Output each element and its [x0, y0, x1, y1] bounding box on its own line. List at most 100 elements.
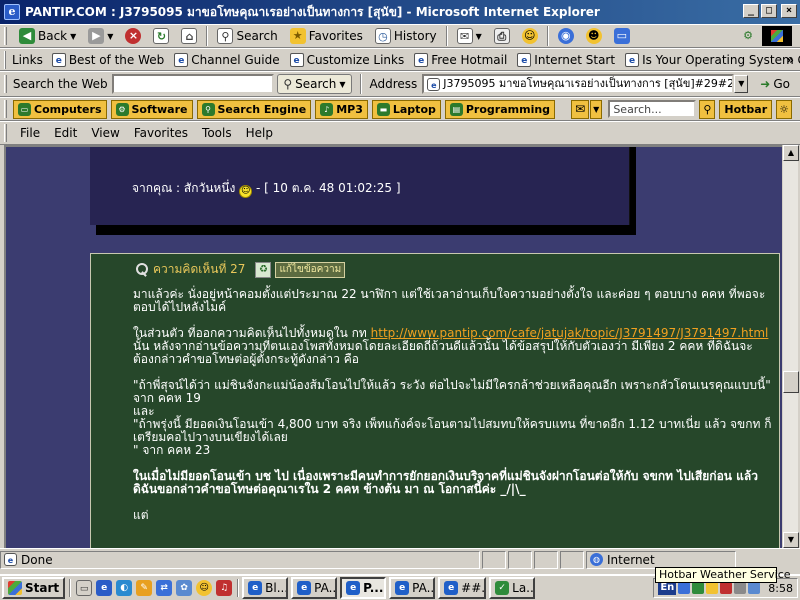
refresh-button[interactable]: ↻	[147, 25, 175, 47]
scroll-up-button[interactable]: ▲	[783, 145, 799, 161]
messenger-button[interactable]: ☺	[516, 25, 544, 47]
address-combobox[interactable]: e J3795095 มาขอโทษคุณาเรอย่างเป็นทางการ …	[422, 74, 749, 94]
task-button[interactable]: e Bl...	[242, 577, 289, 599]
link-best-of-web[interactable]: e Best of the Web	[47, 52, 169, 67]
print-button[interactable]: ⎙	[488, 25, 516, 47]
task-button[interactable]: ✓ La...	[489, 577, 536, 599]
edit-comment-button[interactable]: แก้ไขข้อความ	[275, 261, 346, 278]
tray-antivirus-icon[interactable]	[720, 582, 733, 594]
clock[interactable]: 8:58	[768, 582, 793, 595]
tray-security-icon[interactable]	[692, 582, 705, 594]
print-icon: ⎙	[493, 28, 510, 44]
pencil-icon[interactable]: ✎	[136, 580, 153, 596]
link-internet-start[interactable]: e Internet Start	[512, 52, 620, 67]
favorites-button[interactable]: ★ Favorites	[284, 25, 369, 47]
link-genuine-os[interactable]: eIs Your Operating System Genuine	[620, 52, 800, 67]
search-button[interactable]: ⚲ Search	[211, 25, 283, 47]
trash-bin-icon[interactable]: ♻	[255, 261, 272, 278]
title-bar[interactable]: e PANTIP.COM : J3795095 มาขอโทษคุณาเรอย่…	[0, 0, 800, 24]
web-search-button[interactable]: ⚲ Search ▼	[277, 74, 352, 94]
discuss-button[interactable]: ◉	[552, 25, 580, 47]
msn-button[interactable]: ☻	[580, 25, 608, 47]
link-free-hotmail[interactable]: e Free Hotmail	[409, 52, 512, 67]
chevron-down-icon[interactable]: ▼	[107, 32, 113, 41]
stop-button[interactable]: ×	[119, 25, 147, 47]
gear-button[interactable]: ⚙	[734, 25, 762, 47]
tray-volume-icon[interactable]	[734, 582, 747, 594]
hotbar-mail-button[interactable]: ✉	[571, 99, 590, 119]
quote-text: "ถ้าพรุ่งนี้ มียอดเงินโอนเข้า 4,800 บาท …	[133, 417, 772, 444]
task-button[interactable]: ePA...	[389, 577, 436, 599]
go-button[interactable]: ➜ Go	[754, 73, 796, 95]
paint-icon[interactable]: ✿	[176, 580, 193, 596]
stop-icon: ×	[125, 28, 142, 44]
menu-help[interactable]: Help	[239, 126, 280, 140]
chevron-down-icon[interactable]: ▼	[476, 32, 482, 41]
hotbar-programming-button[interactable]: ▤ Programming	[444, 99, 556, 119]
search-web-label: Search the Web	[12, 77, 108, 91]
vertical-scrollbar[interactable]: ▲ ▼	[782, 145, 799, 548]
topic-link[interactable]: http://www.pantip.com/cafe/jatujak/topic…	[371, 326, 769, 340]
minimize-button[interactable]: _	[743, 4, 759, 18]
hotbar-toolbar: ▭ Computers ⚙ Software ⚲ Search Engine ♪ MP3…	[0, 97, 800, 121]
tray-weather-icon[interactable]	[706, 582, 719, 594]
menu-favorites[interactable]: Favorites	[127, 126, 195, 140]
tray-network-icon[interactable]	[678, 582, 691, 594]
close-button[interactable]: ×	[781, 4, 797, 18]
forward-button[interactable]: ▶ ▼	[82, 25, 119, 47]
hotbar-laptop-button[interactable]: ▬ Laptop	[371, 99, 441, 119]
menu-edit[interactable]: Edit	[47, 126, 84, 140]
start-button[interactable]: Start	[2, 577, 66, 599]
web-search-input[interactable]	[111, 74, 275, 94]
hotbar-mp3-button[interactable]: ♪ MP3	[315, 99, 368, 119]
hotbar-computers-button[interactable]: ▭ Computers	[13, 99, 107, 119]
paragraph: มาแล้วค่ะ นั่งอยู่หน้าคอมตั้งแต่ประมาณ 2…	[133, 287, 766, 314]
refresh-icon: ↻	[153, 28, 170, 44]
address-input[interactable]: e J3795095 มาขอโทษคุณาเรอย่างเป็นทางการ …	[422, 74, 735, 94]
standard-toolbar: ◀ Back ▼ ▶ ▼ × ↻ ⌂ ⚲ Search ★ Favorites …	[0, 24, 800, 48]
hotbar-software-button[interactable]: ⚙ Software	[110, 99, 193, 119]
hotbar-label: Computers	[34, 102, 102, 116]
address-dropdown-button[interactable]: ▼	[734, 75, 749, 93]
media-icon[interactable]: ♫	[216, 580, 233, 596]
hotbar-weather-button[interactable]: ☼	[776, 99, 792, 119]
show-desktop-icon[interactable]: ▭	[76, 580, 93, 596]
chevron-down-icon[interactable]: ▼	[70, 32, 76, 41]
ie-page-icon: e	[444, 581, 459, 595]
mail-button[interactable]: ✉ ▼	[451, 25, 488, 47]
menu-tools[interactable]: Tools	[195, 126, 239, 140]
history-button[interactable]: ◷ History	[369, 25, 443, 47]
search-icon: ⚲	[217, 28, 234, 44]
paragraph-text: " จาก คคห 23	[133, 443, 211, 457]
task-label: PA...	[412, 581, 435, 595]
hotbar-search-input[interactable]: Search...	[608, 100, 697, 118]
language-indicator[interactable]: En	[658, 581, 677, 595]
maximize-button[interactable]: □	[761, 4, 777, 18]
home-button[interactable]: ⌂	[175, 25, 203, 47]
tray-messenger-icon[interactable]	[748, 582, 761, 594]
page-viewport[interactable]: จากคุณ : สักวันหนึ่ง ☺ - [ 10 ต.ค. 48 01…	[4, 145, 782, 548]
task-button-active[interactable]: e P...	[340, 577, 387, 599]
ie-launch-icon[interactable]: e	[96, 580, 113, 596]
link-channel-guide[interactable]: e Channel Guide	[169, 52, 284, 67]
scroll-thumb[interactable]	[783, 371, 799, 393]
menu-file[interactable]: File	[13, 126, 47, 140]
menu-view[interactable]: View	[84, 126, 126, 140]
scroll-down-button[interactable]: ▼	[783, 532, 799, 548]
previous-post-box: จากคุณ : สักวันหนึ่ง ☺ - [ 10 ต.ค. 48 01…	[90, 147, 630, 225]
chevron-right-icon[interactable]: »	[786, 53, 794, 67]
back-button[interactable]: ◀ Back ▼	[13, 25, 82, 47]
hotbar-search-engine-button[interactable]: ⚲ Search Engine	[196, 99, 312, 119]
messenger-icon[interactable]: ☺	[196, 580, 213, 596]
outlook-icon[interactable]: ◐	[116, 580, 133, 596]
hotbar-mail-dropdown[interactable]: ▼	[590, 99, 603, 119]
task-button[interactable]: ePA...	[291, 577, 338, 599]
comment-body: มาแล้วค่ะ นั่งอยู่หน้าคอมตั้งแต่ประมาณ 2…	[133, 288, 773, 535]
hotbar-brand-button[interactable]: Hotbar	[719, 99, 773, 119]
go-label: Go	[773, 77, 790, 91]
link-customize-links[interactable]: e Customize Links	[285, 52, 410, 67]
media-button[interactable]: ▭	[608, 25, 636, 47]
hotbar-search-go[interactable]: ⚲	[699, 99, 716, 119]
network-icon[interactable]: ⇄	[156, 580, 173, 596]
task-button[interactable]: e##...	[438, 577, 487, 599]
